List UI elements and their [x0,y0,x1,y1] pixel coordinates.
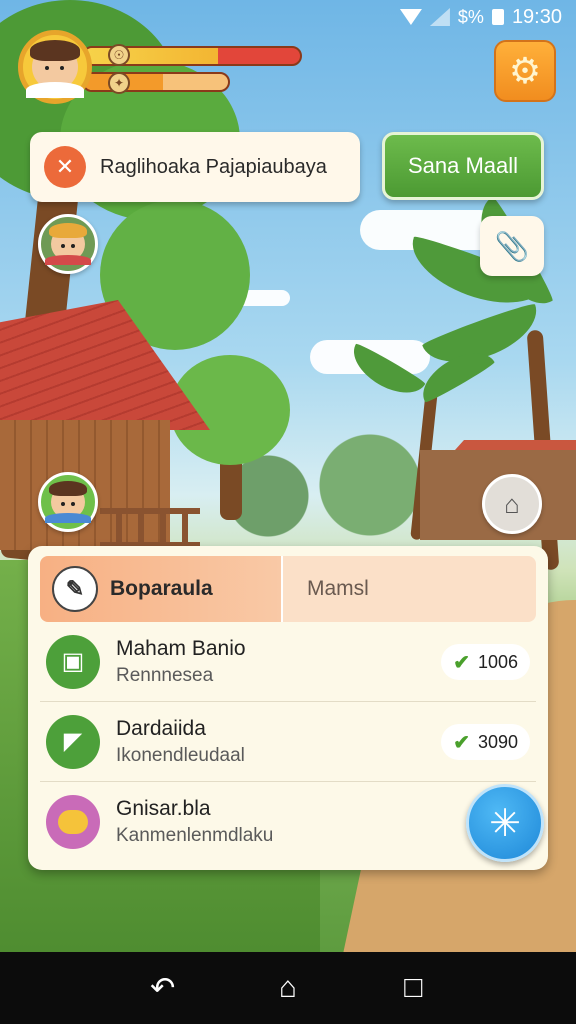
quest-text: Raglihoaka Pajapiaubaya [100,155,327,178]
quest-cancel-icon: ✕ [44,146,86,188]
reward-value: 1006 [477,651,518,672]
tab-boparaula[interactable]: ✎ Boparaula [40,556,281,622]
sun-settings-button[interactable]: ✳ [466,784,544,862]
porch-railing [100,508,200,548]
player-portrait [26,40,84,98]
coin-icon: ✦ [108,72,130,94]
player-avatar[interactable] [18,30,92,104]
check-icon: ✔ [453,651,470,674]
clock: 19:30 [511,5,562,28]
home-button[interactable]: ⌂ [482,474,542,534]
item-title: Gnisar.bla [116,797,211,820]
panel-tabs: ✎ Boparaula Mamsl [40,556,536,622]
gear-icon: ⚙ [508,50,542,91]
npc-face-icon [45,223,91,265]
status-bar: $% 19:30 [0,0,576,34]
list-item[interactable]: ▣ Maham Banio Rennnesea ✔ 1006 [40,622,536,702]
check-icon: ✔ [453,731,470,754]
pencil-icon: ✎ [52,566,98,612]
signal-text: $% [457,6,484,27]
item-title: Maham Banio [116,636,246,660]
wifi-icon [399,9,422,25]
item-title: Dardaiida [116,716,206,740]
tab-label: Mamsl [307,577,369,600]
battery-icon [491,9,504,25]
navigation-bar: ↶ ⌂ □ [0,952,576,1024]
reward-badge: ✔ 1006 [441,644,530,680]
signal-icon [429,8,450,26]
list-item[interactable]: Gnisar.bla Kanmenlenmdlaku [40,782,536,862]
reward-value: 3090 [477,731,518,752]
health-bar-fill [84,48,218,64]
item-subtitle: Kanmenlenmdlaku [116,825,274,846]
sun-icon: ✳ [489,802,521,845]
clipboard-button[interactable]: 📎 [480,216,544,276]
list-item[interactable]: ◤ Dardaiida Ikonendleudaal ✔ 3090 [40,702,536,782]
settings-button[interactable]: ⚙ [494,40,556,102]
house-icon: ⌂ [504,488,520,519]
paper-icon: ◤ [46,714,100,769]
tab-label: Boparaula [110,577,213,600]
ticket-icon: ▣ [46,634,100,689]
quest-banner[interactable]: ✕ Raglihoaka Pajapiaubaya [30,132,360,202]
npc-avatar-girl[interactable] [38,214,98,274]
reward-badge: ✔ 3090 [441,724,530,760]
npc-face-icon [45,481,91,523]
back-icon[interactable]: ↶ [143,971,183,1006]
recents-icon[interactable]: □ [393,971,433,1005]
tab-mamsl[interactable]: Mamsl [281,556,536,622]
home-icon[interactable]: ⌂ [268,971,308,1005]
item-subtitle: Ikonendleudaal [116,744,245,766]
paperclip-icon: 📎 [494,230,530,262]
npc-avatar-boy[interactable] [38,472,98,532]
action-button[interactable]: Sana Maall [382,132,544,200]
energy-bar [82,72,230,92]
item-subtitle: Rennnesea [116,664,214,686]
lightbulb-icon: ☉ [108,44,130,66]
chat-bubble-icon [46,795,100,849]
